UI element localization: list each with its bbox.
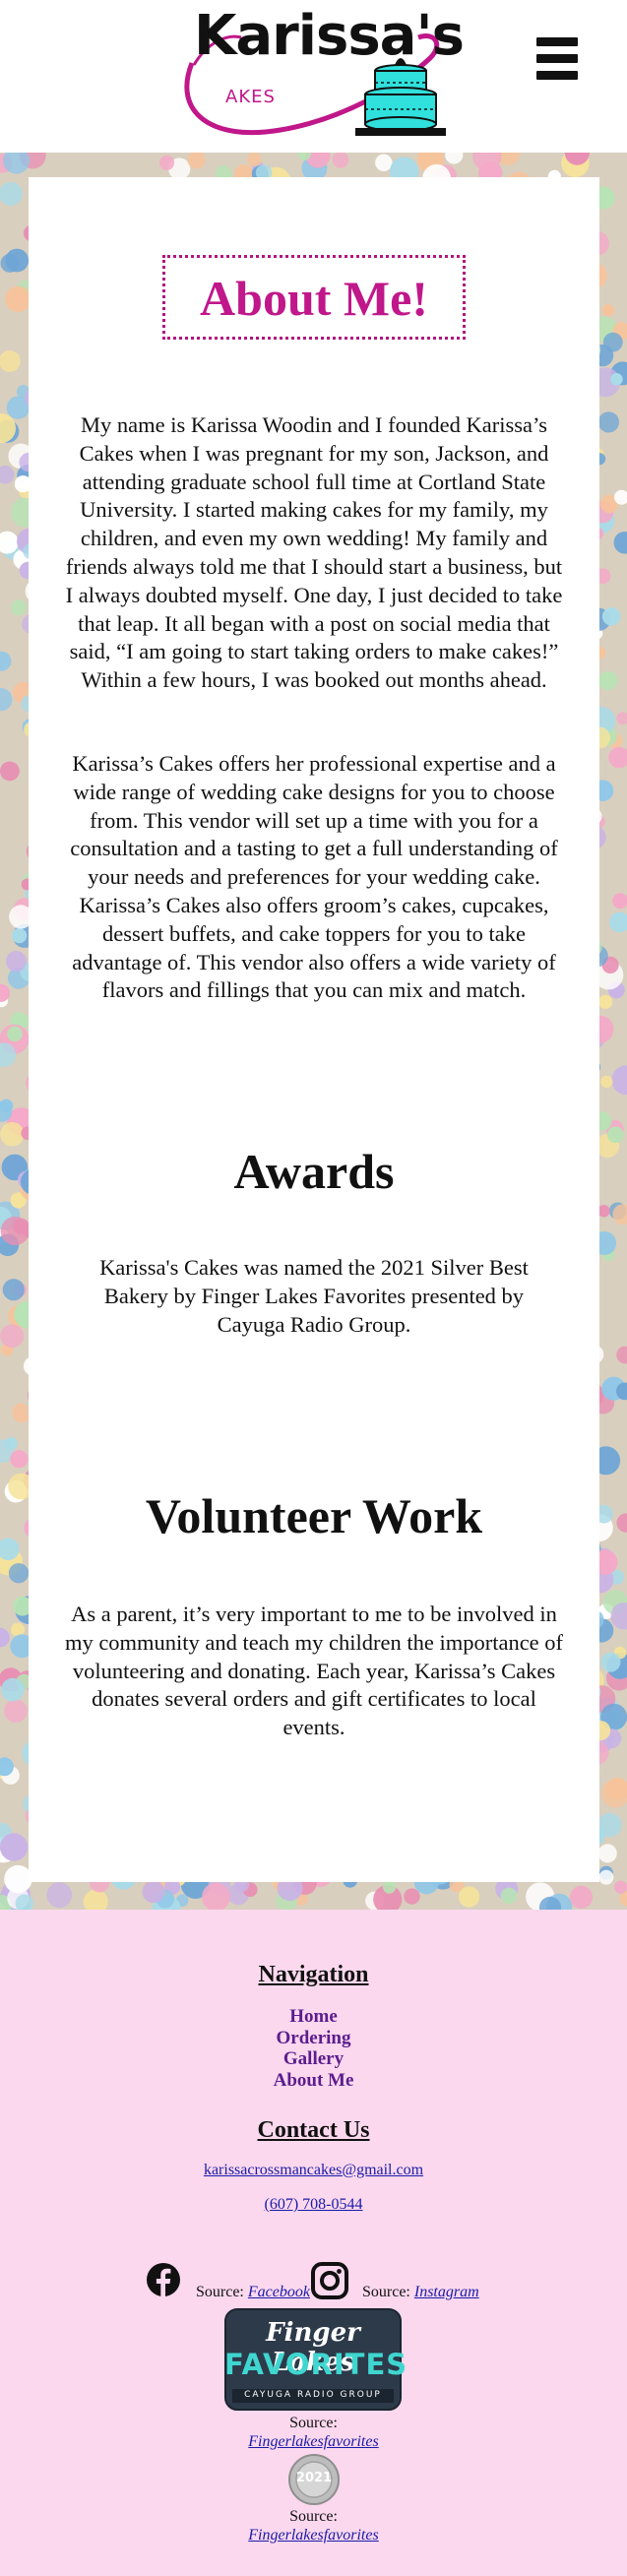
main-content-card: About Me! My name is Karissa Woodin and … [29, 177, 599, 1882]
about-title: About Me! [200, 271, 428, 326]
badge-source: Source: Fingerlakesfavorites [0, 2414, 627, 2451]
about-paragraph-1: My name is Karissa Woodin and I founded … [65, 412, 563, 693]
medal-source-link[interactable]: Fingerlakesfavorites [248, 2527, 378, 2544]
badge-source-label: Source: [289, 2415, 338, 2431]
silver-medal-2021: 2021 [288, 2454, 340, 2505]
facebook-link[interactable]: Facebook [248, 2284, 310, 2300]
awards-paragraph: Karissa's Cakes was named the 2021 Silve… [99, 1255, 529, 1337]
medal-source-label: Source: [289, 2508, 338, 2525]
logo-subtext: AKES [225, 87, 276, 107]
contact-phone-link[interactable]: (607) 708-0544 [265, 2196, 363, 2213]
facebook-source-label: Source: [196, 2284, 244, 2300]
facebook-icon[interactable] [146, 2262, 181, 2297]
awards-title: Awards [233, 1144, 395, 1199]
medal-source: Source: Fingerlakesfavorites [0, 2507, 627, 2545]
karissas-cakes-logo[interactable]: Karissa's AKES [172, 4, 465, 148]
footer-nav-gallery[interactable]: Gallery [0, 2048, 627, 2070]
footer-nav-list: Home Ordering Gallery About Me [0, 2006, 627, 2091]
medal-year: 2021 [295, 2471, 333, 2485]
volunteer-paragraph: As a parent, it’s very important to me t… [64, 1602, 564, 1740]
footer-nav-home[interactable]: Home [0, 2006, 627, 2028]
footer-contact-title: Contact Us [257, 2117, 370, 2143]
contact-email-link[interactable]: karissacrossmancakes@gmail.com [204, 2162, 423, 2178]
about-title-box: About Me! [162, 255, 466, 340]
instagram-icon[interactable] [311, 2262, 348, 2299]
about-paragraph-2: Karissa’s Cakes offers her professional … [70, 751, 558, 1003]
logo-wordmark: Karissa's [194, 4, 465, 68]
finger-lakes-favorites-badge: Finger Lakes FAVORITES CAYUGA RADIO GROU… [224, 2308, 408, 2411]
footer-nav-about-me[interactable]: About Me [0, 2070, 627, 2092]
volunteer-title: Volunteer Work [145, 1488, 483, 1543]
instagram-link[interactable]: Instagram [414, 2284, 479, 2300]
footer-navigation-title: Navigation [258, 1962, 369, 1987]
site-footer: Navigation Home Ordering Gallery About M… [0, 1910, 627, 2576]
hamburger-menu-icon[interactable] [536, 37, 578, 85]
badge-line-3: CAYUGA RADIO GROUP [244, 2390, 382, 2400]
footer-nav-ordering[interactable]: Ordering [0, 2028, 627, 2049]
site-header: Karissa's AKES [0, 0, 627, 153]
badge-source-link[interactable]: Fingerlakesfavorites [248, 2433, 378, 2450]
badge-line-2: FAVORITES [224, 2348, 408, 2381]
instagram-source-label: Source: [362, 2284, 410, 2300]
